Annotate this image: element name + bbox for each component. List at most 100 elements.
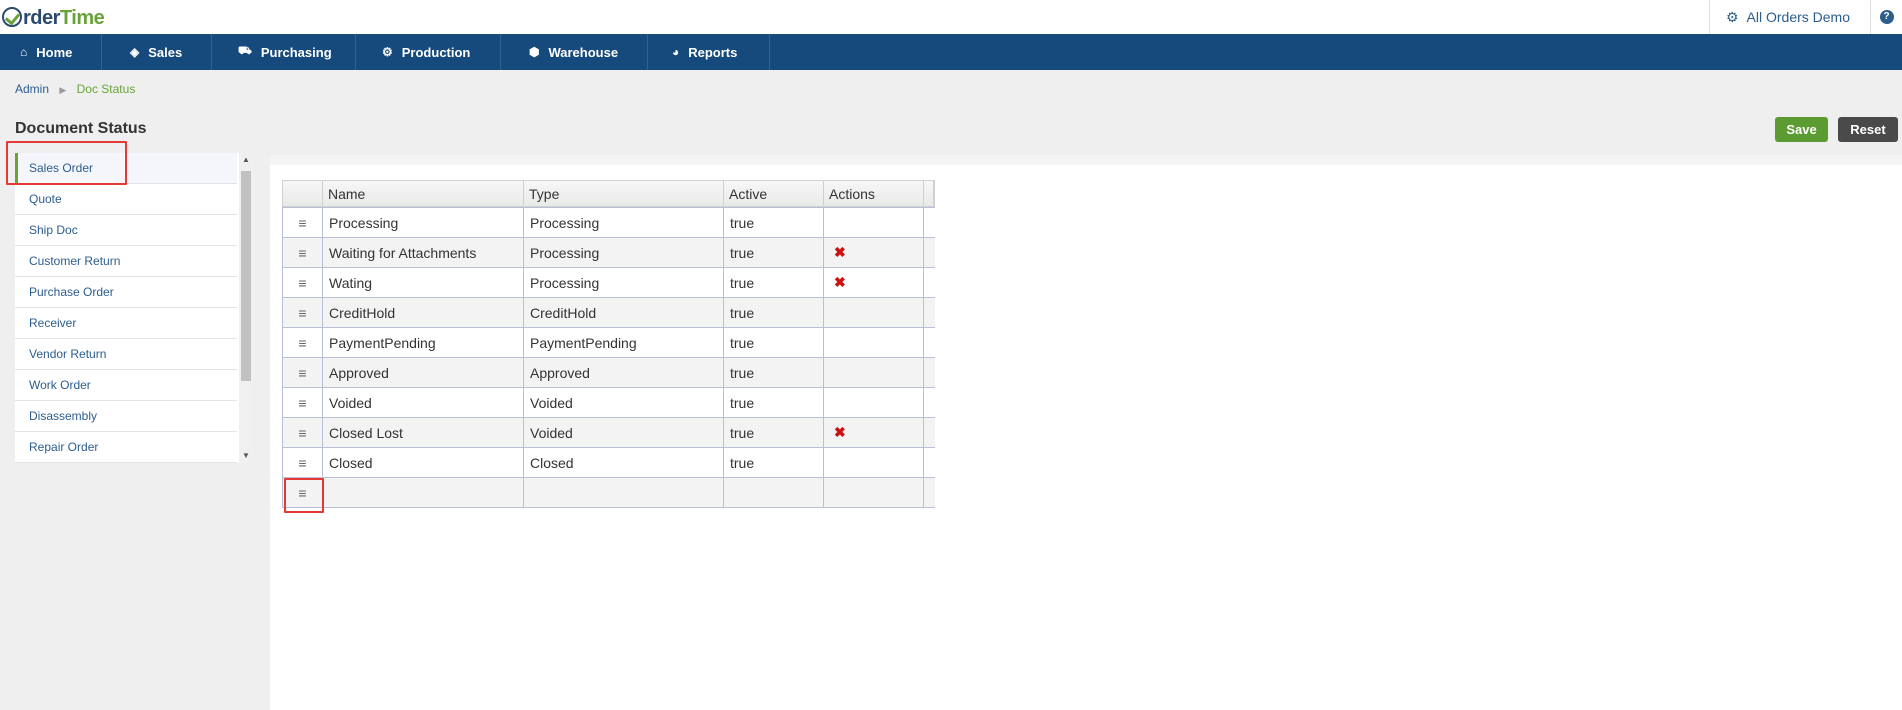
drag-cell[interactable]: ≡ <box>283 478 323 507</box>
drag-handle-icon[interactable]: ≡ <box>298 486 306 500</box>
nav-home[interactable]: ⌂ Home <box>0 34 102 70</box>
company-selector[interactable]: ⚙ All Orders Demo <box>1708 0 1870 34</box>
drag-handle-icon[interactable]: ≡ <box>298 336 306 350</box>
sidebar-item-repair-order[interactable]: Repair Order <box>15 432 237 463</box>
type-cell[interactable] <box>524 478 724 507</box>
active-cell[interactable]: true <box>724 268 824 297</box>
active-cell[interactable]: true <box>724 418 824 447</box>
type-cell[interactable]: Processing <box>524 238 724 267</box>
column-header-type[interactable]: Type <box>524 181 724 206</box>
new-status-row[interactable]: ≡ <box>282 478 935 508</box>
active-cell[interactable]: true <box>724 388 824 417</box>
name-cell[interactable]: Processing <box>323 208 524 237</box>
nav-production-label: Production <box>401 44 471 60</box>
drag-cell[interactable]: ≡ <box>283 238 323 267</box>
sidebar-item-receiver[interactable]: Receiver <box>15 308 237 339</box>
sidebar-item-vendor-return[interactable]: Vendor Return <box>15 339 237 370</box>
column-header-name[interactable]: Name <box>323 181 524 206</box>
nav-warehouse[interactable]: ⬢ Warehouse <box>501 34 648 70</box>
drag-handle-icon[interactable]: ≡ <box>298 456 306 470</box>
table-row[interactable]: ≡ Approved Approved true <box>282 358 935 388</box>
breadcrumb-current: Doc Status <box>76 82 136 96</box>
drag-handle-icon[interactable]: ≡ <box>298 246 306 260</box>
name-cell[interactable]: Closed Lost <box>323 418 524 447</box>
sidebar-item-customer-return[interactable]: Customer Return <box>15 246 237 277</box>
table-row[interactable]: ≡ Wating Processing true ✖ <box>282 268 935 298</box>
name-cell[interactable]: CreditHold <box>323 298 524 327</box>
table-row[interactable]: ≡ Voided Voided true <box>282 388 935 418</box>
sidebar-item-work-order[interactable]: Work Order <box>15 370 237 401</box>
active-cell[interactable]: true <box>724 328 824 357</box>
drag-handle-icon[interactable]: ≡ <box>298 366 306 380</box>
active-cell[interactable]: true <box>724 208 824 237</box>
drag-cell[interactable]: ≡ <box>283 388 323 417</box>
name-cell[interactable]: PaymentPending <box>323 328 524 357</box>
table-row[interactable]: ≡ Closed Lost Voided true ✖ <box>282 418 935 448</box>
nav-reports[interactable]: ◕ Reports <box>648 34 770 70</box>
table-row[interactable]: ≡ Processing Processing true <box>282 208 935 238</box>
type-cell[interactable]: CreditHold <box>524 298 724 327</box>
drag-cell[interactable]: ≡ <box>283 208 323 237</box>
nav-warehouse-label: Warehouse <box>548 44 619 60</box>
type-cell[interactable]: Voided <box>524 418 724 447</box>
nav-home-label: Home <box>36 44 73 60</box>
column-header-active[interactable]: Active <box>724 181 824 206</box>
nav-purchasing[interactable]: ⛟ Purchasing <box>212 34 356 70</box>
scroll-up-arrow-icon[interactable]: ▲ <box>239 153 253 167</box>
sidebar-scrollbar[interactable]: ▲ ▼ <box>239 153 253 463</box>
account-area: ⚙ All Orders Demo ? <box>1708 0 1902 34</box>
table-row[interactable]: ≡ PaymentPending PaymentPending true <box>282 328 935 358</box>
drag-cell[interactable]: ≡ <box>283 448 323 477</box>
delete-icon[interactable]: ✖ <box>834 424 846 441</box>
drag-cell[interactable]: ≡ <box>283 298 323 327</box>
active-cell[interactable]: true <box>724 298 824 327</box>
active-cell[interactable]: true <box>724 358 824 387</box>
type-cell[interactable]: Processing <box>524 268 724 297</box>
delete-icon[interactable]: ✖ <box>834 244 846 261</box>
type-cell[interactable]: Processing <box>524 208 724 237</box>
sidebar-item-purchase-order[interactable]: Purchase Order <box>15 277 237 308</box>
drag-cell[interactable]: ≡ <box>283 268 323 297</box>
drag-cell[interactable]: ≡ <box>283 328 323 357</box>
scroll-down-arrow-icon[interactable]: ▼ <box>239 449 253 463</box>
reset-button[interactable]: Reset <box>1838 117 1898 142</box>
name-cell[interactable]: Closed <box>323 448 524 477</box>
drag-cell[interactable]: ≡ <box>283 418 323 447</box>
type-cell[interactable]: Approved <box>524 358 724 387</box>
table-row[interactable]: ≡ Waiting for Attachments Processing true ✖ <box>282 238 935 268</box>
actions-cell <box>824 448 924 477</box>
scroll-thumb[interactable] <box>241 171 251 381</box>
sidebar-item-ship-doc[interactable]: Ship Doc <box>15 215 237 246</box>
active-cell[interactable]: true <box>724 448 824 477</box>
sidebar-item-sales-order[interactable]: Sales Order <box>15 153 237 184</box>
name-cell[interactable] <box>323 478 524 507</box>
sidebar-item-quote[interactable]: Quote <box>15 184 237 215</box>
drag-handle-icon[interactable]: ≡ <box>298 396 306 410</box>
drag-cell[interactable]: ≡ <box>283 358 323 387</box>
drag-handle-icon[interactable]: ≡ <box>298 276 306 290</box>
breadcrumb-admin[interactable]: Admin <box>15 82 49 96</box>
drag-handle-icon[interactable]: ≡ <box>298 426 306 440</box>
type-cell[interactable]: Closed <box>524 448 724 477</box>
type-cell[interactable]: PaymentPending <box>524 328 724 357</box>
table-row[interactable]: ≡ CreditHold CreditHold true <box>282 298 935 328</box>
name-cell[interactable]: Voided <box>323 388 524 417</box>
type-cell[interactable]: Voided <box>524 388 724 417</box>
name-cell[interactable]: Wating <box>323 268 524 297</box>
active-cell[interactable]: true <box>724 238 824 267</box>
nav-sales[interactable]: ◈ Sales <box>102 34 212 70</box>
sidebar-item-disassembly[interactable]: Disassembly <box>15 401 237 432</box>
drag-handle-icon[interactable]: ≡ <box>298 216 306 230</box>
delete-icon[interactable]: ✖ <box>834 274 846 291</box>
table-row[interactable]: ≡ Closed Closed true <box>282 448 935 478</box>
name-cell[interactable]: Waiting for Attachments <box>323 238 524 267</box>
drag-handle-icon[interactable]: ≡ <box>298 306 306 320</box>
name-cell[interactable]: Approved <box>323 358 524 387</box>
save-button[interactable]: Save <box>1775 117 1828 142</box>
ordertime-logo[interactable]: rderTime <box>2 4 105 30</box>
nav-production[interactable]: ⚙ Production <box>356 34 501 70</box>
actions-cell <box>824 478 924 507</box>
logo-check-icon <box>2 7 22 27</box>
help-button[interactable]: ? <box>1870 0 1902 34</box>
active-cell[interactable] <box>724 478 824 507</box>
